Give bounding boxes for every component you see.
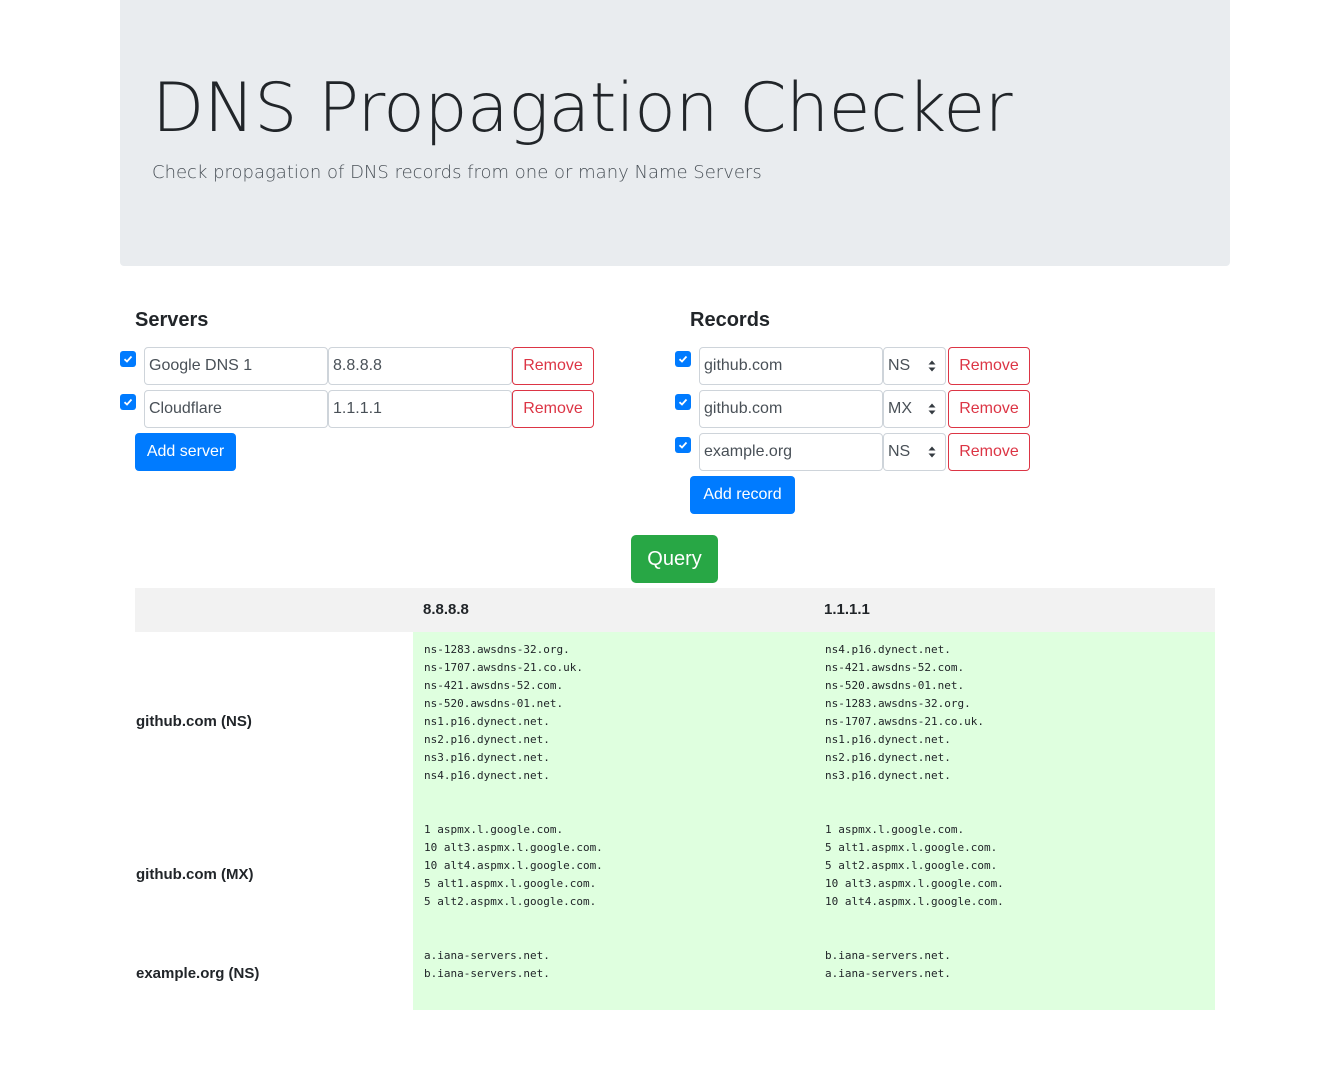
result-line: ns-520.awsdns-01.net. [424, 697, 564, 710]
result-line: b.iana-servers.net. [825, 949, 951, 962]
remove-record-button-2[interactable]: Remove [948, 390, 1030, 428]
result-line: 10 alt3.aspmx.l.google.com. [424, 841, 603, 854]
row-label: example.org (NS) [136, 965, 260, 982]
record-type-value: MX [888, 400, 912, 417]
page-subtitle: Check propagation of DNS records from on… [152, 162, 762, 183]
result-line: ns3.p16.dynect.net. [424, 751, 550, 764]
record-checkbox-1[interactable] [675, 351, 691, 367]
record-type-value: NS [888, 357, 911, 374]
record-type-select-3[interactable]: NS [883, 433, 946, 471]
check-icon [678, 441, 688, 449]
column-header-server-2: 1.1.1.1 [824, 601, 870, 618]
result-line: a.iana-servers.net. [825, 967, 951, 980]
result-line: 10 alt4.aspmx.l.google.com. [825, 895, 1004, 908]
result-line: b.iana-servers.net. [424, 967, 550, 980]
result-line: ns-421.awsdns-52.com. [825, 661, 965, 674]
result-cell: a.iana-servers.net. b.iana-servers.net. [424, 947, 550, 983]
row-label: github.com (MX) [136, 866, 254, 883]
record-type-select-1[interactable]: NS [883, 347, 946, 385]
result-cell: ns4.p16.dynect.net. ns-421.awsdns-52.com… [825, 641, 984, 785]
select-caret-icon [928, 403, 936, 415]
record-type-value: NS [888, 443, 911, 460]
result-line: ns-421.awsdns-52.com. [424, 679, 564, 692]
result-cell: b.iana-servers.net. a.iana-servers.net. [825, 947, 951, 983]
result-line: ns1.p16.dynect.net. [424, 715, 550, 728]
result-line: ns2.p16.dynect.net. [424, 733, 550, 746]
server-name-input-1[interactable]: Google DNS 1 [144, 347, 328, 385]
page-title: DNS Propagation Checker [152, 69, 1013, 148]
record-checkbox-3[interactable] [675, 437, 691, 453]
results-table-header: 8.8.8.8 1.1.1.1 [135, 588, 1215, 632]
result-line: ns3.p16.dynect.net. [825, 769, 951, 782]
column-header-server-1: 8.8.8.8 [423, 601, 469, 618]
row-label: github.com (NS) [136, 713, 252, 730]
check-icon [123, 398, 133, 406]
select-caret-icon [928, 446, 936, 458]
result-line: ns-1283.awsdns-32.org. [424, 643, 570, 656]
result-cell: 1 aspmx.l.google.com. 10 alt3.aspmx.l.go… [424, 821, 603, 911]
result-line: 1 aspmx.l.google.com. [424, 823, 564, 836]
result-line: ns-1707.awsdns-21.co.uk. [424, 661, 583, 674]
result-line: 5 alt1.aspmx.l.google.com. [825, 841, 998, 854]
record-type-select-2[interactable]: MX [883, 390, 946, 428]
remove-server-button-1[interactable]: Remove [512, 347, 594, 385]
remove-server-button-2[interactable]: Remove [512, 390, 594, 428]
result-line: ns-1283.awsdns-32.org. [825, 697, 971, 710]
result-line: ns4.p16.dynect.net. [825, 643, 951, 656]
result-line: ns-520.awsdns-01.net. [825, 679, 965, 692]
result-line: ns2.p16.dynect.net. [825, 751, 951, 764]
server-ip-input-1[interactable]: 8.8.8.8 [328, 347, 512, 385]
server-checkbox-1[interactable] [120, 351, 136, 367]
result-cell: ns-1283.awsdns-32.org. ns-1707.awsdns-21… [424, 641, 583, 785]
result-line: 5 alt2.aspmx.l.google.com. [825, 859, 998, 872]
result-line: a.iana-servers.net. [424, 949, 550, 962]
server-checkbox-2[interactable] [120, 394, 136, 410]
jumbotron-header: DNS Propagation Checker Check propagatio… [120, 0, 1230, 266]
result-line: 5 alt1.aspmx.l.google.com. [424, 877, 597, 890]
result-line: 5 alt2.aspmx.l.google.com. [424, 895, 597, 908]
record-domain-input-3[interactable]: example.org [699, 433, 883, 471]
result-line: 1 aspmx.l.google.com. [825, 823, 965, 836]
check-icon [678, 398, 688, 406]
server-name-input-2[interactable]: Cloudflare [144, 390, 328, 428]
query-button[interactable]: Query [631, 535, 718, 583]
check-icon [123, 355, 133, 363]
result-line: 10 alt4.aspmx.l.google.com. [424, 859, 603, 872]
select-caret-icon [928, 360, 936, 372]
server-ip-input-2[interactable]: 1.1.1.1 [328, 390, 512, 428]
result-line: ns-1707.awsdns-21.co.uk. [825, 715, 984, 728]
result-cell: 1 aspmx.l.google.com. 5 alt1.aspmx.l.goo… [825, 821, 1004, 911]
result-line: 10 alt3.aspmx.l.google.com. [825, 877, 1004, 890]
add-record-button[interactable]: Add record [690, 476, 795, 514]
add-server-button[interactable]: Add server [135, 433, 236, 471]
check-icon [678, 355, 688, 363]
result-line: ns1.p16.dynect.net. [825, 733, 951, 746]
record-domain-input-1[interactable]: github.com [699, 347, 883, 385]
result-line: ns4.p16.dynect.net. [424, 769, 550, 782]
servers-heading: Servers [135, 309, 209, 331]
record-checkbox-2[interactable] [675, 394, 691, 410]
records-heading: Records [690, 309, 771, 331]
remove-record-button-1[interactable]: Remove [948, 347, 1030, 385]
remove-record-button-3[interactable]: Remove [948, 433, 1030, 471]
record-domain-input-2[interactable]: github.com [699, 390, 883, 428]
